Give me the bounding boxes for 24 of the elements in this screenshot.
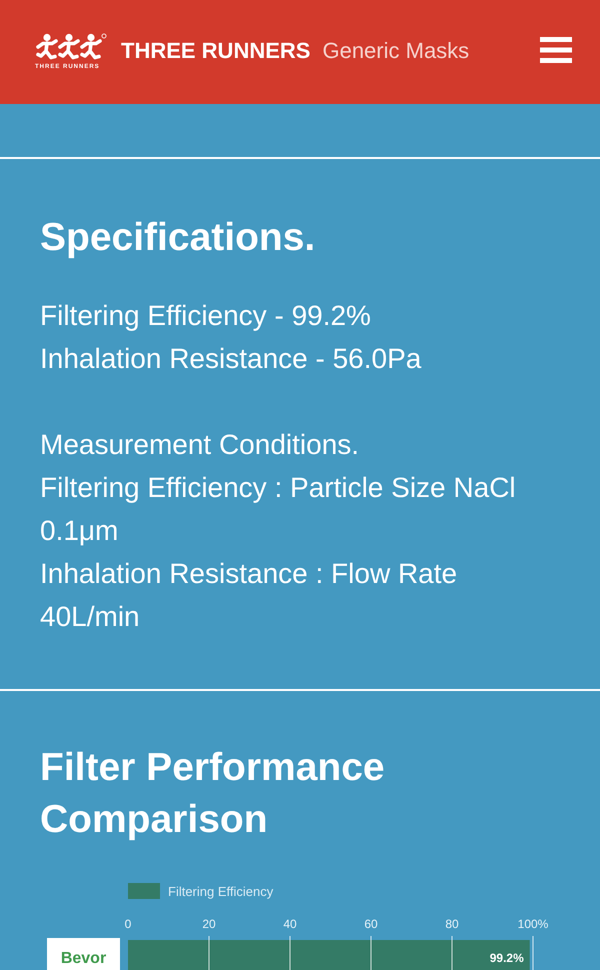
brand-subtitle: Generic Masks bbox=[322, 40, 470, 62]
section-heading: Filter Performance Comparison bbox=[40, 745, 386, 843]
category-label: Bevor bbox=[47, 938, 120, 970]
runners-logo-icon bbox=[35, 32, 107, 60]
axis-tick-label: 60 bbox=[364, 917, 378, 931]
condition-text: Measurement Conditions. bbox=[40, 428, 360, 462]
legend-label: Filtering Efficiency bbox=[168, 884, 274, 899]
axis-tick-label: 100% bbox=[518, 917, 548, 931]
condition-text: Inhalation Resistance : Flow Rate 40L/min bbox=[40, 557, 458, 634]
grid-line bbox=[370, 936, 372, 970]
condition-text: Filtering Efficiency : Particle Size NaCl 0.1μm bbox=[40, 471, 517, 548]
grid-line bbox=[532, 936, 534, 970]
spec-value-text: Inhalation Resistance - 56.0Pa bbox=[40, 342, 422, 376]
spec-value-text: Filtering Efficiency - 99.2% bbox=[40, 299, 372, 333]
brand-name: THREE RUNNERS bbox=[121, 40, 310, 62]
section-heading: Specifications. bbox=[40, 215, 316, 261]
bar-value-label: 99.2% bbox=[490, 951, 524, 965]
grid-line bbox=[208, 936, 210, 970]
y-tick-label: Bevor bbox=[60, 950, 106, 967]
axis-tick-label: 0 bbox=[124, 917, 132, 931]
menu-icon bbox=[540, 37, 572, 63]
axis-tick-label: 40 bbox=[283, 917, 297, 931]
axis-tick-label: 80 bbox=[445, 917, 459, 931]
axis-tick-label: 20 bbox=[202, 917, 216, 931]
